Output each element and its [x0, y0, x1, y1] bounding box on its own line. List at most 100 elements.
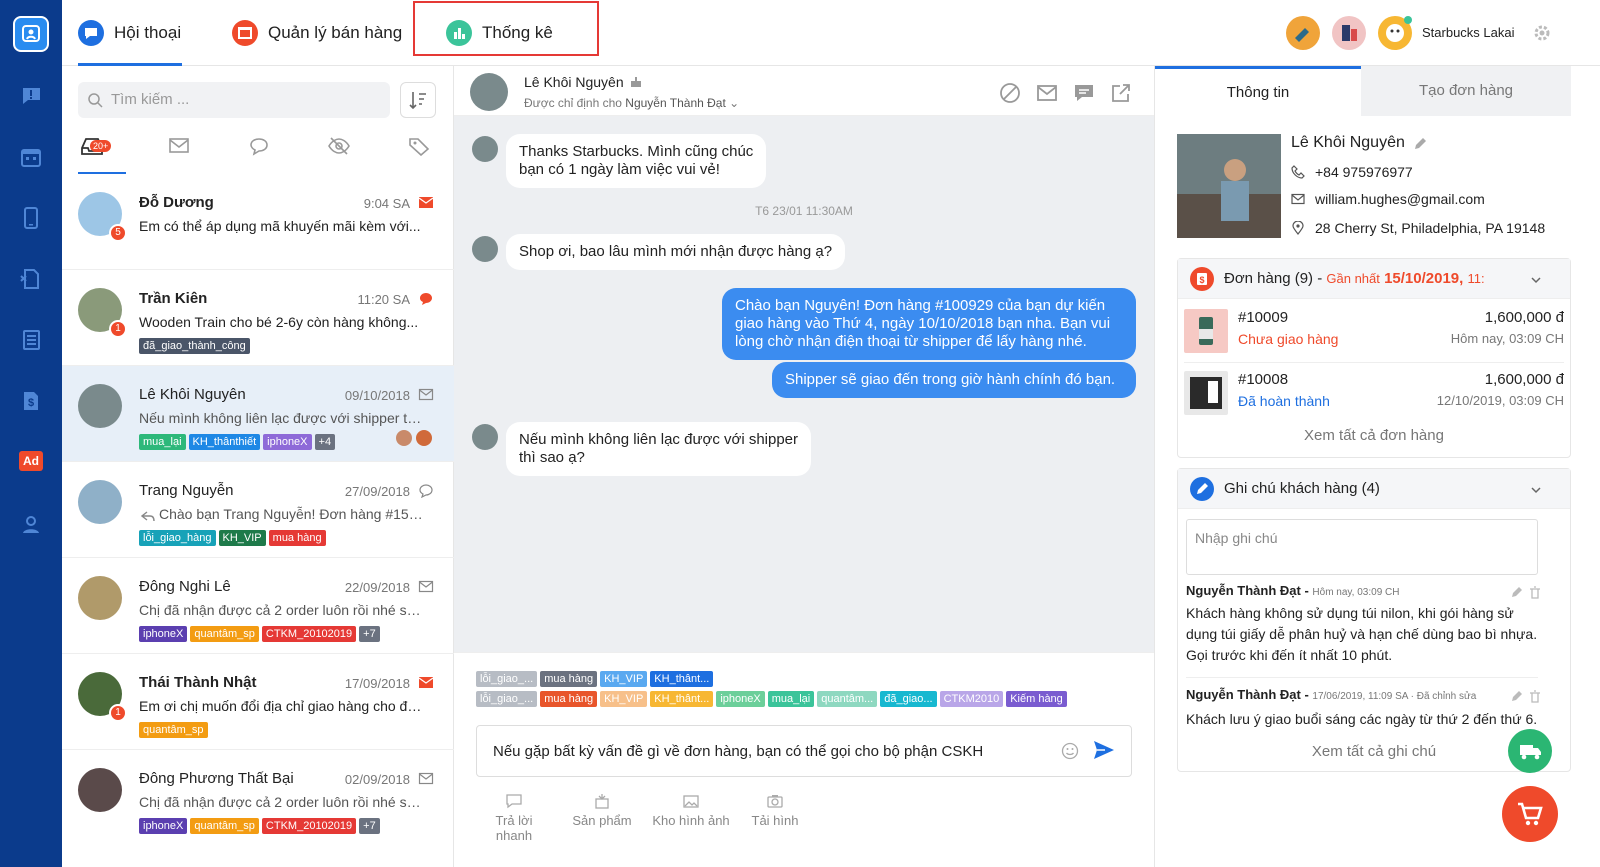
- message-alert-icon[interactable]: [19, 84, 43, 108]
- message-composer: lỗi_giao_... mua hàng KH_VIP KH_thânt...…: [454, 652, 1154, 867]
- user-name[interactable]: Starbucks Lakai: [1422, 25, 1515, 40]
- tag[interactable]: CTKM2010: [939, 691, 1004, 707]
- order-row[interactable]: #10008 Đã hoàn thành 1,600,000 đ 12/10/2…: [1184, 365, 1564, 425]
- more-tags[interactable]: +4: [314, 434, 336, 450]
- tag[interactable]: mua hàng: [268, 530, 326, 546]
- tab-create-order[interactable]: Tạo đơn hàng: [1361, 66, 1571, 116]
- note-meta: 17/06/2019, 11:09 SA · Đã chỉnh sửa: [1312, 691, 1477, 702]
- tag[interactable]: iphoneX: [139, 626, 188, 642]
- tag[interactable]: iphoneX: [139, 818, 188, 834]
- open-external-icon[interactable]: [1110, 82, 1132, 104]
- tab-conversations[interactable]: Hội thoại: [78, 14, 181, 52]
- see-all-orders-link[interactable]: Xem tất cả đơn hàng: [1178, 427, 1570, 444]
- emoji-icon[interactable]: [1061, 742, 1079, 760]
- order-row[interactable]: #10009 Chưa giao hàng 1,600,000 đ Hôm na…: [1184, 303, 1564, 363]
- contact-name[interactable]: Lê Khôi Nguyên: [524, 74, 624, 90]
- tab-sales-management[interactable]: Quản lý bán hàng: [232, 14, 402, 52]
- conversation-item[interactable]: 1 Trần Kiên 11:20 SA Wooden Train cho bé…: [62, 270, 454, 366]
- quick-reply-button[interactable]: Trả lời nhanh: [476, 793, 552, 843]
- tag[interactable]: lỗi_giao_...: [476, 691, 538, 707]
- chevron-down-icon[interactable]: [1530, 273, 1542, 285]
- orders-card-header[interactable]: $ Đơn hàng (9) - Gần nhất 15/10/2019, 11…: [1178, 259, 1570, 299]
- tag[interactable]: lỗi_giao_hàng: [139, 530, 216, 546]
- divider: [1186, 677, 1538, 678]
- tag[interactable]: quantâm_sp: [190, 626, 259, 642]
- tag[interactable]: KH_VIP: [218, 530, 266, 546]
- contact-name: Trần Kiên: [139, 290, 208, 307]
- comment-icon[interactable]: [1073, 82, 1095, 104]
- tag[interactable]: mua hàng: [540, 671, 598, 687]
- avatar: [78, 768, 122, 812]
- tag[interactable]: KH_thânt...: [650, 691, 714, 707]
- unread-badge: 1: [109, 320, 127, 338]
- email-icon[interactable]: [1036, 82, 1058, 104]
- tag[interactable]: CTKM_20102019: [261, 626, 357, 642]
- calendar-icon[interactable]: [19, 145, 43, 169]
- conversation-item[interactable]: 5 Đỗ Dương 9:04 SA Em có thể áp dụng mã …: [62, 174, 454, 270]
- sort-button[interactable]: [400, 82, 436, 118]
- tag[interactable]: KH_thânthiết: [188, 434, 261, 450]
- upload-image-button[interactable]: Tải hình: [748, 793, 802, 828]
- delivery-truck-button[interactable]: [1508, 729, 1552, 773]
- tag[interactable]: mua_lại: [139, 434, 186, 450]
- birthday-cake-icon: [629, 74, 643, 88]
- contact-name: Đông Nghi Lê: [139, 578, 231, 595]
- note-input[interactable]: Nhập ghi chú: [1186, 519, 1538, 575]
- gear-icon[interactable]: [1532, 23, 1552, 43]
- more-tags[interactable]: +7: [359, 626, 380, 642]
- tag[interactable]: lỗi_giao_...: [476, 671, 538, 687]
- list-report-icon[interactable]: [19, 328, 43, 352]
- filter-hidden-tab[interactable]: [327, 136, 351, 156]
- block-icon[interactable]: [999, 82, 1021, 104]
- conversation-item-selected[interactable]: Lê Khôi Nguyên 09/10/2018 Nếu mình không…: [62, 366, 454, 462]
- tag[interactable]: CTKM_20102019: [261, 818, 357, 834]
- tag[interactable]: iphoneX: [263, 434, 312, 450]
- user-avatar[interactable]: [1378, 16, 1412, 50]
- tag[interactable]: đã_giao...: [880, 691, 937, 707]
- ads-icon[interactable]: Ad: [19, 451, 43, 471]
- tag[interactable]: quantâm...: [817, 691, 878, 707]
- tag[interactable]: KH_VIP: [600, 691, 648, 707]
- filter-tag-tab[interactable]: [407, 136, 431, 157]
- tag[interactable]: mua_lại: [767, 691, 815, 707]
- image-library-button[interactable]: Kho hình ảnh: [652, 793, 730, 828]
- chevron-down-icon[interactable]: [1530, 483, 1542, 495]
- conversation-item[interactable]: Trang Nguyễn 27/09/2018 Chào bạn Trang N…: [62, 462, 454, 558]
- conversations-app-icon[interactable]: [13, 16, 49, 52]
- message-input[interactable]: Nếu gặp bất kỳ vấn đề gì về đơn hàng, bạ…: [476, 725, 1132, 777]
- tag[interactable]: quantâm_sp: [190, 818, 259, 834]
- document-transfer-icon[interactable]: [19, 267, 43, 291]
- conversation-item[interactable]: Đông Nghi Lê 22/09/2018 Chị đã nhận được…: [62, 558, 454, 654]
- search-input[interactable]: Tìm kiếm ...: [78, 82, 390, 118]
- tag[interactable]: KH_VIP: [600, 671, 648, 687]
- mobile-phone-icon[interactable]: [19, 206, 43, 230]
- edit-pencil-icon[interactable]: [1413, 137, 1427, 151]
- notes-card-header[interactable]: Ghi chú khách hàng (4): [1178, 469, 1570, 509]
- conversation-item[interactable]: 1 Thái Thành Nhật 17/09/2018 Em ơi chị m…: [62, 654, 454, 750]
- connected-page-avatar[interactable]: [1332, 16, 1366, 50]
- products-button[interactable]: Sản phẩm: [570, 793, 634, 828]
- cart-button[interactable]: [1502, 786, 1558, 842]
- connected-page-avatar[interactable]: [1286, 16, 1320, 50]
- contacts-icon[interactable]: [19, 512, 43, 536]
- tab-info[interactable]: Thông tin: [1155, 66, 1361, 116]
- search-placeholder: Tìm kiếm ...: [111, 91, 190, 108]
- tag[interactable]: KH_thânt...: [650, 671, 714, 687]
- note-meta: Hôm nay, 03:09 CH: [1312, 587, 1400, 598]
- assigned-to-selector[interactable]: Được chỉ định cho Nguyễn Thành Đạt ⌄: [524, 96, 739, 110]
- conversation-item[interactable]: Đông Phương Thất Bại 02/09/2018 Chị đã n…: [62, 750, 454, 846]
- tag[interactable]: quantâm_sp: [139, 722, 208, 738]
- message-area: Thanks Starbucks. Mình cũng chúc bạn có …: [454, 116, 1154, 652]
- filter-email-tab[interactable]: [167, 136, 191, 156]
- phone-icon: [1291, 165, 1305, 179]
- latest-date: 15/10/2019,: [1384, 270, 1464, 287]
- filter-chat-tab[interactable]: [247, 136, 271, 156]
- tag[interactable]: mua hàng: [540, 691, 598, 707]
- more-tags[interactable]: +7: [359, 818, 380, 834]
- money-document-icon[interactable]: $: [19, 389, 43, 413]
- send-icon[interactable]: [1093, 740, 1115, 760]
- tag[interactable]: Kiếm hàng: [1006, 691, 1067, 707]
- sender-avatar: [472, 136, 498, 162]
- tag[interactable]: iphoneX: [716, 691, 765, 707]
- tag[interactable]: đã_giao_thành_công: [139, 338, 250, 354]
